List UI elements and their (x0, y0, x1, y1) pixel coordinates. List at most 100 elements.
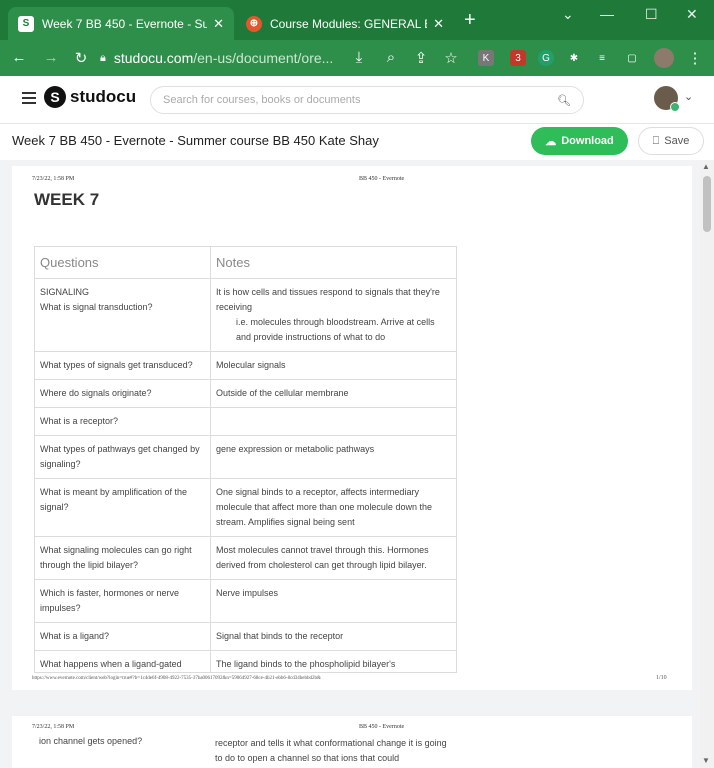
document-page: 7/23/22, 1:58 PM BB 450 - Evernote ion c… (12, 716, 692, 768)
question-cell: What happens when a ligand-gated (34, 650, 211, 673)
bookmark-icon: ⎕ (652, 134, 660, 147)
reading-list-icon[interactable]: ≡ (594, 50, 610, 66)
extension-grammarly-icon[interactable]: G (538, 50, 554, 66)
note-cell: It is how cells and tissues respond to s… (210, 278, 457, 352)
scroll-up-arrow-icon[interactable]: ▲ (702, 162, 710, 171)
column-header: Questions (34, 246, 211, 279)
document-page: 7/23/22, 1:58 PM BB 450 - Evernote WEEK … (12, 166, 692, 690)
notes-table: Questions Notes SIGNALING What is signal… (34, 246, 457, 673)
search-placeholder: Search for courses, books or documents (163, 94, 361, 106)
scrollbar-thumb[interactable] (703, 176, 711, 232)
note-cell: gene expression or metabolic pathways (210, 435, 457, 479)
note-cell: Signal that binds to the receptor (210, 622, 457, 651)
question-text: ion channel gets opened? (39, 736, 143, 746)
page-header-source: BB 450 - Evernote (359, 176, 405, 182)
question-cell: What is a ligand? (34, 622, 211, 651)
close-tab-icon[interactable]: ✕ (213, 16, 224, 32)
note-cell: Nerve impulses (210, 579, 457, 623)
table-row: What is meant by amplification of the si… (34, 478, 457, 537)
new-tab-icon[interactable]: + (464, 10, 476, 30)
column-header: Notes (210, 246, 457, 279)
chevron-down-icon[interactable]: ⌄ (684, 90, 693, 103)
note-text: It is how cells and tissues respond to s… (216, 287, 440, 312)
table-row: What types of signals get transduced? Mo… (34, 351, 457, 380)
section-label: SIGNALING (40, 287, 90, 297)
share-icon[interactable]: ⇪ (412, 49, 430, 67)
question-cell: What is meant by amplification of the si… (34, 478, 211, 537)
tab-title: Course Modules: GENERAL BIOCI (270, 16, 427, 31)
maximize-icon[interactable]: ☐ (645, 6, 658, 23)
search-icon[interactable]: 🔍︎ (557, 94, 571, 107)
logo-text: studocu (70, 87, 137, 106)
table-row: What happens when a ligand-gated The lig… (34, 650, 457, 673)
note-cell: Most molecules cannot travel through thi… (210, 536, 457, 580)
extension-ublock-icon[interactable]: 3 (510, 50, 526, 66)
profile-avatar-icon[interactable] (654, 48, 674, 68)
studocu-logo-icon: S (44, 86, 66, 108)
save-button[interactable]: ⎕ Save (638, 127, 704, 155)
bookmark-star-icon[interactable]: ☆ (442, 49, 460, 67)
hamburger-menu-icon[interactable] (22, 92, 36, 107)
page-heading: WEEK 7 (34, 190, 100, 209)
download-button[interactable]: ☁ Download (531, 127, 628, 155)
note-cell: One signal binds to a receptor, affects … (210, 478, 457, 537)
side-panel-icon[interactable]: ▢ (624, 50, 640, 66)
note-cell: Outside of the cellular membrane (210, 379, 457, 408)
question-cell: SIGNALING What is signal transduction? (34, 278, 211, 352)
note-cell (210, 407, 457, 436)
table-row: Where do signals originate? Outside of t… (34, 379, 457, 408)
minimize-icon[interactable]: — (600, 6, 614, 22)
scrollbar-track[interactable] (700, 160, 714, 768)
table-row: What is a receptor? (34, 407, 457, 436)
reload-icon[interactable]: ↻ (72, 49, 90, 67)
tab-course-modules[interactable]: ⊕ Course Modules: GENERAL BIOCI ✕ (236, 7, 454, 40)
url-host: studocu.com (113, 50, 194, 66)
download-label: Download (561, 135, 614, 147)
question-cell: What signaling molecules can go right th… (34, 536, 211, 580)
browser-toolbar: ← → ↻ 🔒︎ studocu.com/en-us/document/ore.… (0, 40, 714, 76)
question-cell: What types of pathways get changed by si… (34, 435, 211, 479)
question-text: What is signal transduction? (40, 302, 153, 312)
lock-icon: 🔒︎ (100, 51, 106, 64)
table-row: SIGNALING What is signal transduction? I… (34, 278, 457, 352)
save-label: Save (664, 135, 690, 147)
back-arrow-icon[interactable]: ← (10, 49, 28, 66)
note-subtext: i.e. molecules through bloodstream. Arri… (236, 317, 435, 342)
url-path: /en-us/document/ore... (193, 50, 334, 66)
table-header-row: Questions Notes (34, 246, 457, 279)
table-row: Which is faster, hormones or nerve impul… (34, 579, 457, 623)
close-tab-icon[interactable]: ✕ (433, 16, 444, 32)
browser-menu-icon[interactable]: ⋮ (686, 49, 704, 67)
online-badge-icon (670, 102, 680, 112)
zoom-icon[interactable]: ⌕ (382, 49, 400, 66)
note-cell: Molecular signals (210, 351, 457, 380)
page-header-date: 7/23/22, 1:58 PM (32, 176, 75, 182)
table-row: What is a ligand? Signal that binds to t… (34, 622, 457, 651)
tab-title: Week 7 BB 450 - Evernote - Sum (42, 16, 208, 31)
note-cell: The ligand binds to the phospholipid bil… (210, 650, 457, 673)
search-input[interactable]: Search for courses, books or documents 🔍… (150, 86, 584, 114)
document-title: Week 7 BB 450 - Evernote - Summer course… (12, 133, 379, 148)
table-row: What signaling molecules can go right th… (34, 536, 457, 580)
question-cell: Which is faster, hormones or nerve impul… (34, 579, 211, 623)
extension-k-icon[interactable]: K (478, 50, 494, 66)
tab-search-chevron-icon[interactable]: ⌄ (562, 6, 574, 23)
tab-studocu[interactable]: S Week 7 BB 450 - Evernote - Sum ✕ (8, 7, 234, 40)
extensions-puzzle-icon[interactable]: ✱ (566, 50, 582, 66)
close-window-icon[interactable]: ✕ (686, 6, 698, 23)
table-row: What types of pathways get changed by si… (34, 435, 457, 479)
page-footer-url: https://www.evernote.com/client/web?logi… (32, 676, 321, 681)
forward-arrow-icon[interactable]: → (42, 49, 60, 66)
browser-tab-strip: S Week 7 BB 450 - Evernote - Sum ✕ ⊕ Cou… (0, 0, 714, 40)
question-cell: What is a receptor? (34, 407, 211, 436)
scroll-down-arrow-icon[interactable]: ▼ (702, 756, 710, 765)
install-icon[interactable]: ⤓ (350, 49, 368, 66)
page-header-source: BB 450 - Evernote (359, 724, 405, 730)
question-cell: Where do signals originate? (34, 379, 211, 408)
document-viewer[interactable]: 7/23/22, 1:58 PM BB 450 - Evernote WEEK … (0, 160, 714, 768)
page-number: 1/10 (656, 675, 667, 681)
note-text: receptor and tells it what conformationa… (215, 738, 447, 763)
document-title-bar: Week 7 BB 450 - Evernote - Summer course… (0, 124, 714, 160)
studocu-logo[interactable]: S studocu (44, 86, 136, 108)
site-header: S studocu Search for courses, books or d… (0, 76, 714, 124)
